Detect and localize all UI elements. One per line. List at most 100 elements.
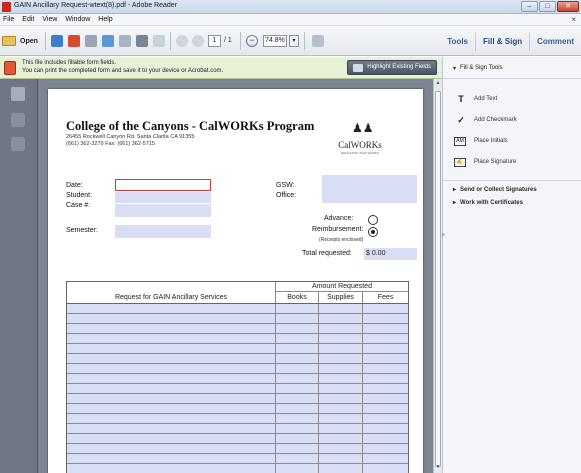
add-text-tool[interactable]: T Add Text: [454, 92, 497, 106]
service-cell[interactable]: [67, 304, 276, 313]
fees-cell[interactable]: [363, 354, 408, 363]
page-number-input[interactable]: 1: [208, 35, 221, 47]
case-number-field[interactable]: [115, 204, 211, 217]
books-cell[interactable]: [276, 374, 319, 383]
supplies-cell[interactable]: [319, 434, 363, 443]
fees-cell[interactable]: [363, 394, 408, 403]
zoom-out-button[interactable]: −: [246, 35, 258, 47]
service-cell[interactable]: [67, 334, 276, 343]
supplies-cell[interactable]: [319, 394, 363, 403]
total-requested-value[interactable]: $ 0.00: [364, 248, 417, 260]
books-cell[interactable]: [276, 304, 319, 313]
advance-radio[interactable]: [368, 215, 378, 225]
tab-tools[interactable]: Tools: [440, 33, 475, 51]
scroll-down-arrow-icon[interactable]: ▼: [434, 464, 442, 472]
tab-comment[interactable]: Comment: [529, 33, 581, 51]
books-cell[interactable]: [276, 414, 319, 423]
books-cell[interactable]: [276, 354, 319, 363]
place-signature-tool[interactable]: ✍ Place Signature: [454, 155, 516, 169]
fees-cell[interactable]: [363, 404, 408, 413]
service-cell[interactable]: [67, 314, 276, 323]
menu-window[interactable]: Window: [65, 16, 90, 23]
highlight-fields-button[interactable]: Highlight Existing Fields: [347, 60, 437, 75]
service-cell[interactable]: [67, 464, 276, 473]
combine-files-icon[interactable]: [68, 35, 80, 47]
menu-help[interactable]: Help: [98, 16, 112, 23]
service-cell[interactable]: [67, 404, 276, 413]
supplies-cell[interactable]: [319, 464, 363, 473]
fees-cell[interactable]: [363, 414, 408, 423]
zoom-dropdown[interactable]: ▾: [289, 35, 299, 47]
service-cell[interactable]: [67, 454, 276, 463]
service-cell[interactable]: [67, 354, 276, 363]
fees-cell[interactable]: [363, 444, 408, 453]
fees-cell[interactable]: [363, 454, 408, 463]
supplies-cell[interactable]: [319, 404, 363, 413]
fees-cell[interactable]: [363, 364, 408, 373]
panel-splitter-icon[interactable]: ≡: [442, 232, 445, 240]
scroll-up-arrow-icon[interactable]: ▲: [434, 80, 442, 88]
supplies-cell[interactable]: [319, 364, 363, 373]
service-cell[interactable]: [67, 434, 276, 443]
service-cell[interactable]: [67, 414, 276, 423]
previous-page-icon[interactable]: [176, 35, 188, 47]
supplies-cell[interactable]: [319, 374, 363, 383]
fees-cell[interactable]: [363, 314, 408, 323]
fees-cell[interactable]: [363, 384, 408, 393]
fees-cell[interactable]: [363, 434, 408, 443]
service-cell[interactable]: [67, 324, 276, 333]
books-cell[interactable]: [276, 434, 319, 443]
books-cell[interactable]: [276, 424, 319, 433]
service-cell[interactable]: [67, 374, 276, 383]
document-close-button[interactable]: ×: [571, 15, 576, 24]
service-cell[interactable]: [67, 444, 276, 453]
student-field[interactable]: [115, 192, 211, 203]
fees-cell[interactable]: [363, 304, 408, 313]
zoom-level-input[interactable]: 74.8%: [263, 35, 287, 47]
select-tool-icon[interactable]: [312, 35, 324, 47]
books-cell[interactable]: [276, 444, 319, 453]
books-cell[interactable]: [276, 364, 319, 373]
service-cell[interactable]: [67, 344, 276, 353]
date-field[interactable]: [115, 179, 211, 191]
supplies-cell[interactable]: [319, 424, 363, 433]
attachments-icon[interactable]: [11, 113, 25, 127]
send-collect-signatures-section[interactable]: ▸ Send or Collect Signatures: [453, 186, 537, 193]
minimize-button[interactable]: –: [521, 1, 538, 12]
place-initials-tool[interactable]: AM Place Initials: [454, 134, 508, 148]
edit-pdf-icon[interactable]: [85, 35, 97, 47]
gsw-office-field[interactable]: [322, 175, 417, 203]
service-cell[interactable]: [67, 394, 276, 403]
fees-cell[interactable]: [363, 464, 408, 473]
print-icon[interactable]: [136, 35, 148, 47]
work-with-certificates-section[interactable]: ▸ Work with Certificates: [453, 199, 523, 206]
fees-cell[interactable]: [363, 324, 408, 333]
fees-cell[interactable]: [363, 334, 408, 343]
create-pdf-icon[interactable]: [51, 35, 63, 47]
share-icon[interactable]: [102, 35, 114, 47]
supplies-cell[interactable]: [319, 444, 363, 453]
supplies-cell[interactable]: [319, 334, 363, 343]
books-cell[interactable]: [276, 464, 319, 473]
maximize-button[interactable]: □: [539, 1, 556, 12]
service-cell[interactable]: [67, 364, 276, 373]
reimbursement-radio[interactable]: [368, 227, 378, 237]
supplies-cell[interactable]: [319, 414, 363, 423]
tab-fill-sign[interactable]: Fill & Sign: [475, 33, 529, 51]
supplies-cell[interactable]: [319, 314, 363, 323]
next-page-icon[interactable]: [192, 35, 204, 47]
open-button[interactable]: Open: [2, 33, 42, 49]
close-button[interactable]: ✕: [557, 1, 579, 12]
fill-sign-tools-header[interactable]: ▾ Fill & Sign Tools: [443, 57, 581, 79]
email-icon[interactable]: [153, 35, 165, 47]
books-cell[interactable]: [276, 324, 319, 333]
supplies-cell[interactable]: [319, 304, 363, 313]
menu-file[interactable]: File: [3, 16, 14, 23]
signatures-icon[interactable]: [11, 137, 25, 151]
semester-field[interactable]: [115, 225, 211, 238]
service-cell[interactable]: [67, 424, 276, 433]
supplies-cell[interactable]: [319, 384, 363, 393]
service-cell[interactable]: [67, 384, 276, 393]
menu-view[interactable]: View: [42, 16, 57, 23]
supplies-cell[interactable]: [319, 354, 363, 363]
